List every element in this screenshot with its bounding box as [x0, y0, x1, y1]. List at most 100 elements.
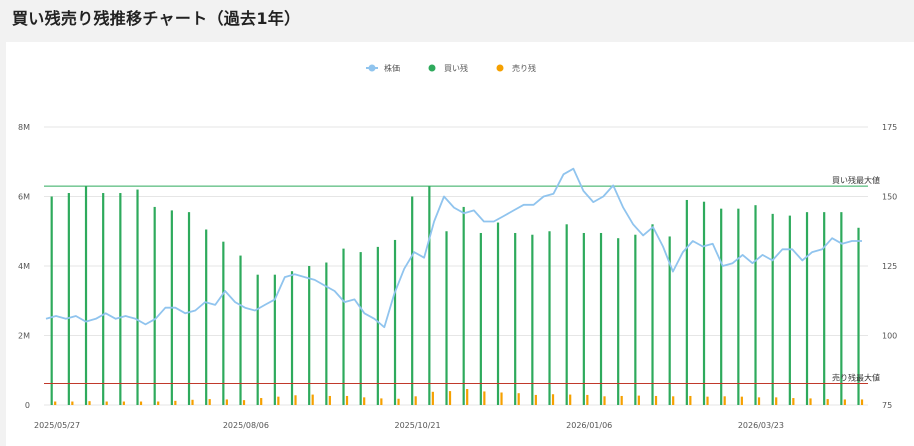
sell-bar — [809, 398, 812, 405]
buy-bar — [187, 212, 191, 405]
legend-label: 株価 — [384, 63, 400, 73]
buy-bar — [823, 212, 826, 405]
sell-bar — [363, 397, 366, 405]
sell-bar — [54, 401, 57, 405]
sell-bar — [225, 399, 228, 405]
x-tick-label: 2026/03/23 — [738, 421, 784, 430]
buy-bar — [805, 212, 809, 405]
sell-bar — [706, 396, 709, 405]
sell-bar — [242, 400, 246, 405]
buy-bar — [788, 215, 791, 405]
y-right-tick-label: 75 — [882, 401, 892, 410]
y-left-tick-label: 8M — [18, 123, 30, 132]
sell-bar — [208, 399, 211, 405]
legend-dot-icon — [496, 64, 504, 72]
buy-bar — [754, 205, 757, 405]
buy-bar — [205, 229, 208, 405]
buy-bar — [359, 252, 362, 405]
sell-bar — [740, 396, 743, 405]
buy-bar — [685, 199, 688, 405]
sell-bar — [277, 396, 280, 405]
buy-max-label: 買い残最大値 — [832, 175, 880, 185]
legend-label: 売り残 — [512, 63, 536, 73]
buy-bar — [720, 208, 723, 405]
x-tick-label: 2025/10/21 — [395, 421, 441, 430]
buy-bar — [565, 224, 568, 405]
buy-bar — [531, 234, 534, 405]
sell-bar — [139, 401, 143, 405]
y-left-tick-label: 4M — [18, 262, 30, 271]
buy-bar — [119, 193, 122, 405]
sell-bar — [71, 401, 74, 405]
x-tick-label: 2026/01/06 — [566, 421, 612, 430]
y-left-tick-label: 2M — [18, 332, 30, 341]
buy-bar — [462, 206, 465, 405]
buy-bar — [599, 232, 603, 405]
sell-bar — [603, 396, 606, 405]
sell-bar — [174, 400, 177, 405]
buy-bar — [256, 274, 259, 405]
sell-bar — [689, 395, 692, 405]
x-tick-label: 2025/05/27 — [34, 421, 80, 430]
sell-bar — [294, 395, 297, 405]
buy-bar — [651, 224, 654, 405]
buy-bar — [737, 208, 740, 405]
buy-bar — [67, 193, 70, 405]
buy-bar — [153, 206, 156, 405]
sell-bar — [122, 401, 125, 405]
buy-bar — [496, 222, 500, 405]
buy-bar — [308, 266, 311, 405]
buy-bar — [445, 231, 448, 405]
sell-bar — [157, 401, 160, 405]
buy-bar — [273, 274, 276, 405]
sell-bar — [672, 396, 675, 405]
buy-bar — [376, 246, 379, 405]
buy-bar — [582, 232, 585, 405]
sell-bar — [534, 394, 537, 405]
y-left-tick-label: 6M — [18, 193, 30, 202]
sell-bar — [431, 391, 434, 405]
sell-bar — [328, 395, 331, 405]
sell-bar — [757, 397, 761, 405]
y-right-tick-label: 125 — [882, 262, 897, 271]
buy-bar — [479, 232, 482, 405]
sell-bar — [843, 399, 846, 405]
legend-dot-icon — [428, 64, 436, 72]
page-title: 買い残売り残推移チャート（過去1年） — [12, 9, 301, 28]
buy-bar — [239, 255, 242, 405]
buy-bar — [514, 232, 517, 405]
sell-bar — [260, 398, 263, 405]
buy-bar — [393, 239, 397, 405]
buy-bar — [617, 238, 620, 405]
buy-bar — [50, 196, 53, 405]
sell-bar — [792, 398, 795, 405]
buy-bar — [411, 196, 414, 405]
buy-bar — [428, 186, 431, 405]
buy-bar — [102, 193, 105, 405]
sell-bar — [654, 395, 658, 405]
sell-bar — [448, 391, 452, 405]
price-line — [45, 167, 862, 329]
buy-bar — [290, 271, 294, 405]
sell-bar — [826, 399, 829, 405]
buy-bar — [84, 186, 88, 405]
sell-bar — [466, 389, 469, 405]
legend-label: 買い残 — [444, 63, 468, 73]
y-left-tick-label: 0 — [25, 401, 30, 410]
sell-bar — [397, 398, 400, 405]
y-right-tick-label: 100 — [882, 332, 897, 341]
sell-bar — [414, 396, 417, 405]
chart-svg: 株価 買い残 売り残 0 2M 4M 6M 8M 75 100 125 150 175 2025/05/2… — [18, 63, 897, 430]
sell-bar — [105, 401, 108, 405]
y-right-tick-label: 175 — [882, 123, 897, 132]
sell-bar — [569, 394, 572, 405]
sell-bar — [500, 392, 503, 405]
sell-bar — [551, 394, 555, 405]
y-right-tick-label: 150 — [882, 193, 897, 202]
buy-bar — [222, 241, 225, 405]
sell-max-label: 売り残最大値 — [832, 372, 880, 382]
sell-bar — [620, 395, 623, 405]
buy-bar — [136, 189, 139, 405]
sell-bar — [586, 394, 589, 405]
x-tick-label: 2025/08/06 — [223, 421, 269, 430]
